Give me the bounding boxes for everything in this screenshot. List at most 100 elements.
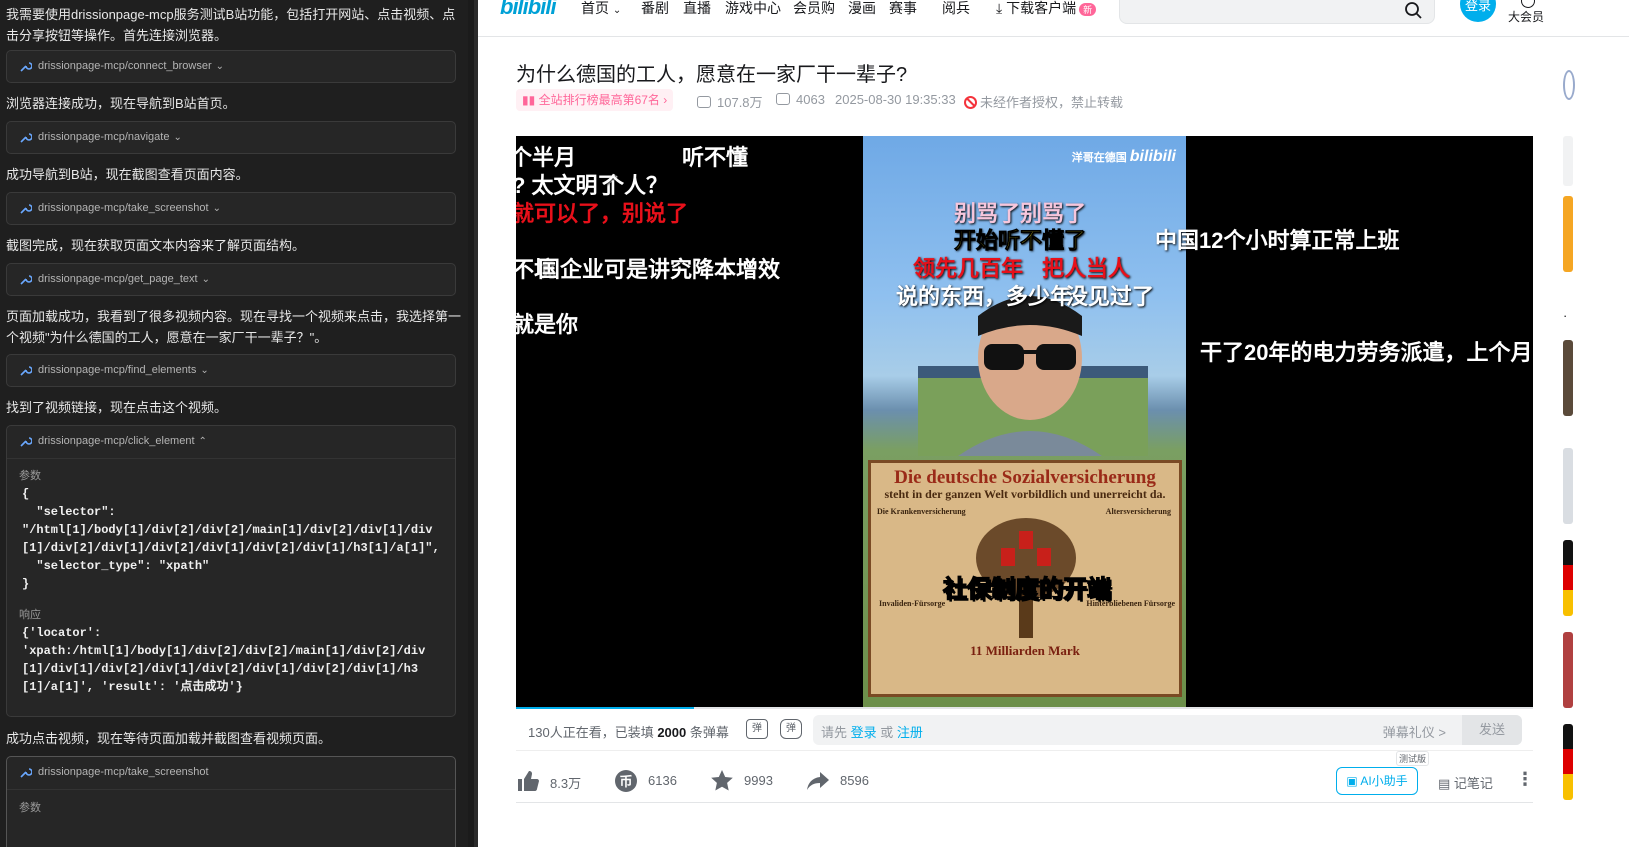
video-title: 为什么德国的工人，愿意在一家厂干一辈子? xyxy=(516,64,908,86)
watermark-logo: bilibili xyxy=(1129,148,1176,165)
assistant-message: 浏览器连接成功，现在导航到B站首页。 xyxy=(6,96,236,111)
tool-call-find-elements[interactable]: drissionpage-mcp/find_elements ⌄ xyxy=(6,354,456,387)
video-caption: 社保制度的开端 xyxy=(942,575,1111,603)
chevron-down-icon[interactable]: ⌄ xyxy=(200,365,208,376)
assistant-message: 截图完成，现在获取页面文本内容来了解页面结构。 xyxy=(6,238,306,253)
robot-icon: ▣ xyxy=(1346,774,1358,788)
watermark: 洋哥在德国 bilibili xyxy=(1072,148,1176,166)
like-count: 8.3万 xyxy=(550,776,582,791)
danmaku-etiquette-link[interactable]: 弹幕礼仪 > xyxy=(1383,722,1446,741)
danmaku-comment: 干了20年的电力劳务派遣，上个月 xyxy=(1200,340,1533,365)
sidebar-card[interactable] xyxy=(1563,136,1573,186)
send-button[interactable]: 发送 xyxy=(1462,715,1522,745)
register-link[interactable]: 注册 xyxy=(897,725,923,740)
chevron-down-icon[interactable]: ⌄ xyxy=(173,132,181,143)
no-reprint-notice: 未经作者授权，禁止转载 xyxy=(964,92,1123,111)
danmaku-input[interactable]: 请先 登录 或 注册 弹幕礼仪 > 发送 xyxy=(813,715,1522,745)
nav-home[interactable]: 首页 ⌄ xyxy=(581,0,621,18)
danmaku-settings-button[interactable]: 弹 xyxy=(780,719,802,739)
more-options-button[interactable]: ⋮ xyxy=(1516,769,1534,790)
chevron-up-icon[interactable]: ⌃ xyxy=(199,436,207,447)
chevron-down-icon[interactable]: ⌄ xyxy=(202,274,210,285)
tool-call-connect-browser[interactable]: drissionpage-mcp/connect_browser ⌄ xyxy=(6,50,456,83)
nav-manga[interactable]: 漫画 xyxy=(848,0,876,18)
chevron-down-icon: ⌄ xyxy=(612,5,622,16)
video-thumbnail[interactable] xyxy=(1563,632,1573,708)
rank-text: 全站排行榜最高第67名 xyxy=(538,93,660,107)
wrench-icon xyxy=(20,437,32,447)
poster-subtitle: steht in der ganzen Welt vorbildlich und… xyxy=(884,487,1166,501)
video-toolbar: 8.3万 币 6136 9993 8596 ▣ AI小助手 测试版 ▤ 记笔记 … xyxy=(516,751,1534,803)
tool-call-take-screenshot-2[interactable]: drissionpage-mcp/take_screenshot 参数 xyxy=(6,756,456,847)
svg-text:币: 币 xyxy=(619,774,632,789)
chevron-down-icon[interactable]: ⌄ xyxy=(216,61,224,72)
up-avatar[interactable] xyxy=(1563,70,1575,100)
rank-badge[interactable]: ▮▮ 全站排行榜最高第67名 › xyxy=(516,89,674,111)
search-input[interactable] xyxy=(1119,0,1435,24)
nav-download-client[interactable]: ⤓ 下载客户端新 xyxy=(996,0,1097,18)
loaded-count: 2000 xyxy=(657,725,687,740)
nav-game-center[interactable]: 游戏中心 xyxy=(725,0,781,18)
danmaku-count: 4063 xyxy=(776,92,825,107)
video-thumbnail[interactable] xyxy=(1563,340,1573,416)
view-count-value: 107.8万 xyxy=(717,95,763,110)
assistant-message: 我需要使用drissionpage-mcp服务测试B站功能，包括打开网站、点击视… xyxy=(6,7,456,43)
poster-label: Die Krankenversicherung xyxy=(877,507,966,516)
beta-tag: 测试版 xyxy=(1396,751,1430,766)
watching-prefix: 130人正在看，已装填 xyxy=(528,725,654,740)
sidebar-card[interactable] xyxy=(1563,196,1573,272)
tool-call-click-element[interactable]: drissionpage-mcp/click_element ⌃ 参数 { "se… xyxy=(6,425,456,717)
params-label: 参数 xyxy=(19,470,41,482)
danmaku-comment: 说的东西，多少年 xyxy=(896,284,1073,309)
ai-label: AI小助手 xyxy=(1360,774,1408,788)
nav-live[interactable]: 直播 xyxy=(683,0,711,18)
video-thumbnail[interactable] xyxy=(1563,448,1573,524)
nav-anime[interactable]: 番剧 xyxy=(641,0,669,18)
nav-esports[interactable]: 赛事 xyxy=(889,0,917,18)
danmaku-comment: 没见过了 xyxy=(1066,284,1155,309)
vip-label[interactable]: 大会员 xyxy=(1508,8,1544,25)
download-icon: ⤓ xyxy=(996,0,1003,16)
site-header: bilibili 首页 ⌄ 番剧 直播 游戏中心 会员购 漫画 赛事 阅兵 ⤓ … xyxy=(478,0,1629,37)
chevron-down-icon[interactable]: ⌄ xyxy=(213,203,221,214)
bilibili-logo[interactable]: bilibili xyxy=(500,0,557,20)
poster-bottom-text: 11 Milliarden Mark xyxy=(970,643,1080,658)
note-label: 记笔记 xyxy=(1453,776,1493,791)
wrench-icon xyxy=(20,204,32,214)
tool-call-navigate[interactable]: drissionpage-mcp/navigate ⌄ xyxy=(6,121,456,154)
video-thumbnail[interactable] xyxy=(1563,724,1573,800)
take-note-button[interactable]: ▤ 记笔记 xyxy=(1438,773,1493,792)
chat-panel: 我需要使用drissionpage-mcp服务测试B站功能，包括打开网站、点击视… xyxy=(0,0,474,847)
publish-date: 2025-08-30 19:35:33 xyxy=(835,92,956,107)
placeholder-text: 请先 xyxy=(821,725,848,740)
danmaku-toggle-button[interactable]: 弹 xyxy=(746,719,768,739)
coin-icon: 币 xyxy=(615,770,637,792)
placeholder-text: 或 xyxy=(880,725,894,740)
tool-name: drissionpage-mcp/navigate xyxy=(38,131,170,143)
rank-icon: ▮▮ xyxy=(522,93,536,107)
vip-icon[interactable] xyxy=(1521,0,1535,8)
tool-call-get-page-text[interactable]: drissionpage-mcp/get_page_text ⌄ xyxy=(6,263,456,296)
chevron-right-icon: › xyxy=(663,93,668,107)
nav-parade[interactable]: 阅兵 xyxy=(942,0,970,18)
video-player[interactable]: 洋哥在德国 bilibili Die deutsche Sozialversic… xyxy=(516,136,1533,707)
star-icon xyxy=(711,770,733,791)
bilibili-page: bilibili 首页 ⌄ 番剧 直播 游戏中心 会员购 漫画 赛事 阅兵 ⤓ … xyxy=(478,0,1629,847)
poster-label: Invaliden-Fürsorge xyxy=(879,599,946,608)
nav-mall[interactable]: 会员购 xyxy=(793,0,835,18)
tool-name: drissionpage-mcp/click_element xyxy=(38,435,195,447)
ai-assistant-button[interactable]: ▣ AI小助手 xyxy=(1336,767,1418,795)
tool-name: drissionpage-mcp/find_elements xyxy=(38,364,197,376)
video-thumbnail[interactable] xyxy=(1563,540,1573,616)
tool-name: drissionpage-mcp/take_screenshot xyxy=(38,766,209,778)
danmaku-count-value: 4063 xyxy=(796,92,825,107)
search-icon[interactable] xyxy=(1404,1,1422,19)
login-link[interactable]: 登录 xyxy=(851,725,877,740)
no-reprint-text: 未经作者授权，禁止转载 xyxy=(980,95,1124,110)
right-sidebar-clipped: · xyxy=(1563,0,1629,847)
tool-call-take-screenshot[interactable]: drissionpage-mcp/take_screenshot ⌄ xyxy=(6,192,456,225)
wrench-icon xyxy=(20,366,32,376)
tool-name: drissionpage-mcp/take_screenshot xyxy=(38,202,209,214)
login-avatar-button[interactable]: 登录 xyxy=(1460,0,1496,22)
watching-status: 130人正在看，已装填 2000 条弹幕 xyxy=(528,722,729,741)
